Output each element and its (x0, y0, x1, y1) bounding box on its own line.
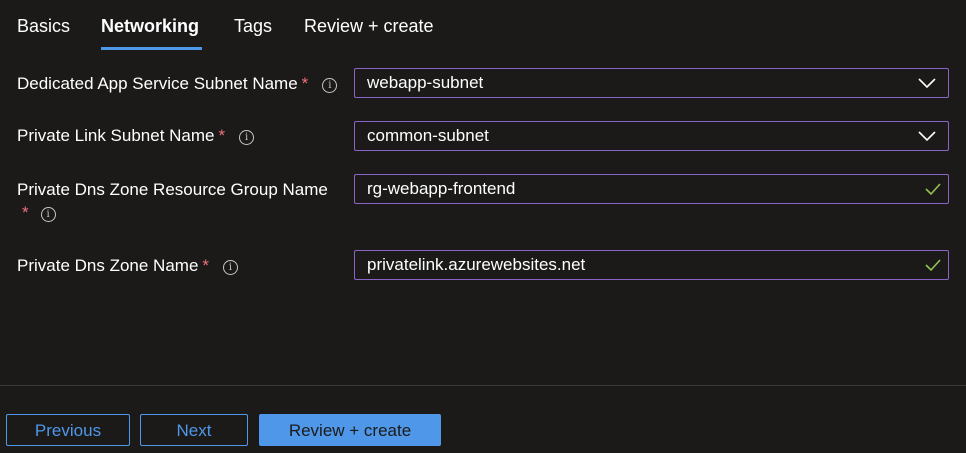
tab-review-create[interactable]: Review + create (304, 16, 434, 37)
required-marker: * (218, 126, 226, 145)
private-link-label: Private Link Subnet Name (17, 126, 215, 145)
dns-zone-label: Private Dns Zone Name (17, 256, 199, 275)
info-icon[interactable]: i (322, 78, 338, 93)
dns-rg-value: rg-webapp-frontend (367, 179, 516, 198)
required-marker: * (301, 74, 309, 93)
required-marker: * (202, 256, 210, 275)
private-link-label-row: Private Link Subnet Name * i (17, 125, 255, 147)
private-link-dropdown[interactable]: common-subnet (354, 121, 949, 151)
subnet-label: Dedicated App Service Subnet Name (17, 74, 298, 93)
tab-basics[interactable]: Basics (17, 16, 70, 37)
chevron-down-icon (918, 78, 936, 89)
previous-button[interactable]: Previous (6, 414, 130, 446)
dns-rg-label-row: Private Dns Zone Resource Group Name (17, 179, 328, 201)
next-button[interactable]: Next (140, 414, 248, 446)
dns-zone-input[interactable]: privatelink.azurewebsites.net (354, 250, 949, 280)
dns-rg-label-row-2: * i (17, 202, 56, 224)
tab-networking[interactable]: Networking (101, 16, 199, 37)
subnet-label-row: Dedicated App Service Subnet Name * i (17, 73, 338, 95)
create-webapp-wizard: Basics Networking Tags Review + create D… (0, 0, 966, 453)
checkmark-icon (925, 259, 941, 272)
subnet-dropdown[interactable]: webapp-subnet (354, 68, 949, 98)
checkmark-icon (925, 183, 941, 196)
subnet-value: webapp-subnet (367, 73, 484, 92)
dns-zone-value: privatelink.azurewebsites.net (367, 255, 586, 274)
footer-divider (0, 385, 966, 386)
info-icon[interactable]: i (239, 130, 255, 145)
tab-tags[interactable]: Tags (234, 16, 272, 37)
wizard-tabs: Basics Networking Tags Review + create (0, 0, 966, 52)
active-tab-indicator (101, 47, 202, 50)
dns-rg-label: Private Dns Zone Resource Group Name (17, 180, 328, 199)
required-marker: * (22, 203, 29, 222)
dns-zone-label-row: Private Dns Zone Name * i (17, 255, 239, 277)
dns-rg-input[interactable]: rg-webapp-frontend (354, 174, 949, 204)
info-icon[interactable]: i (40, 207, 56, 222)
private-link-value: common-subnet (367, 126, 489, 145)
chevron-down-icon (918, 131, 936, 142)
info-icon[interactable]: i (223, 260, 239, 275)
review-create-button[interactable]: Review + create (259, 414, 441, 446)
